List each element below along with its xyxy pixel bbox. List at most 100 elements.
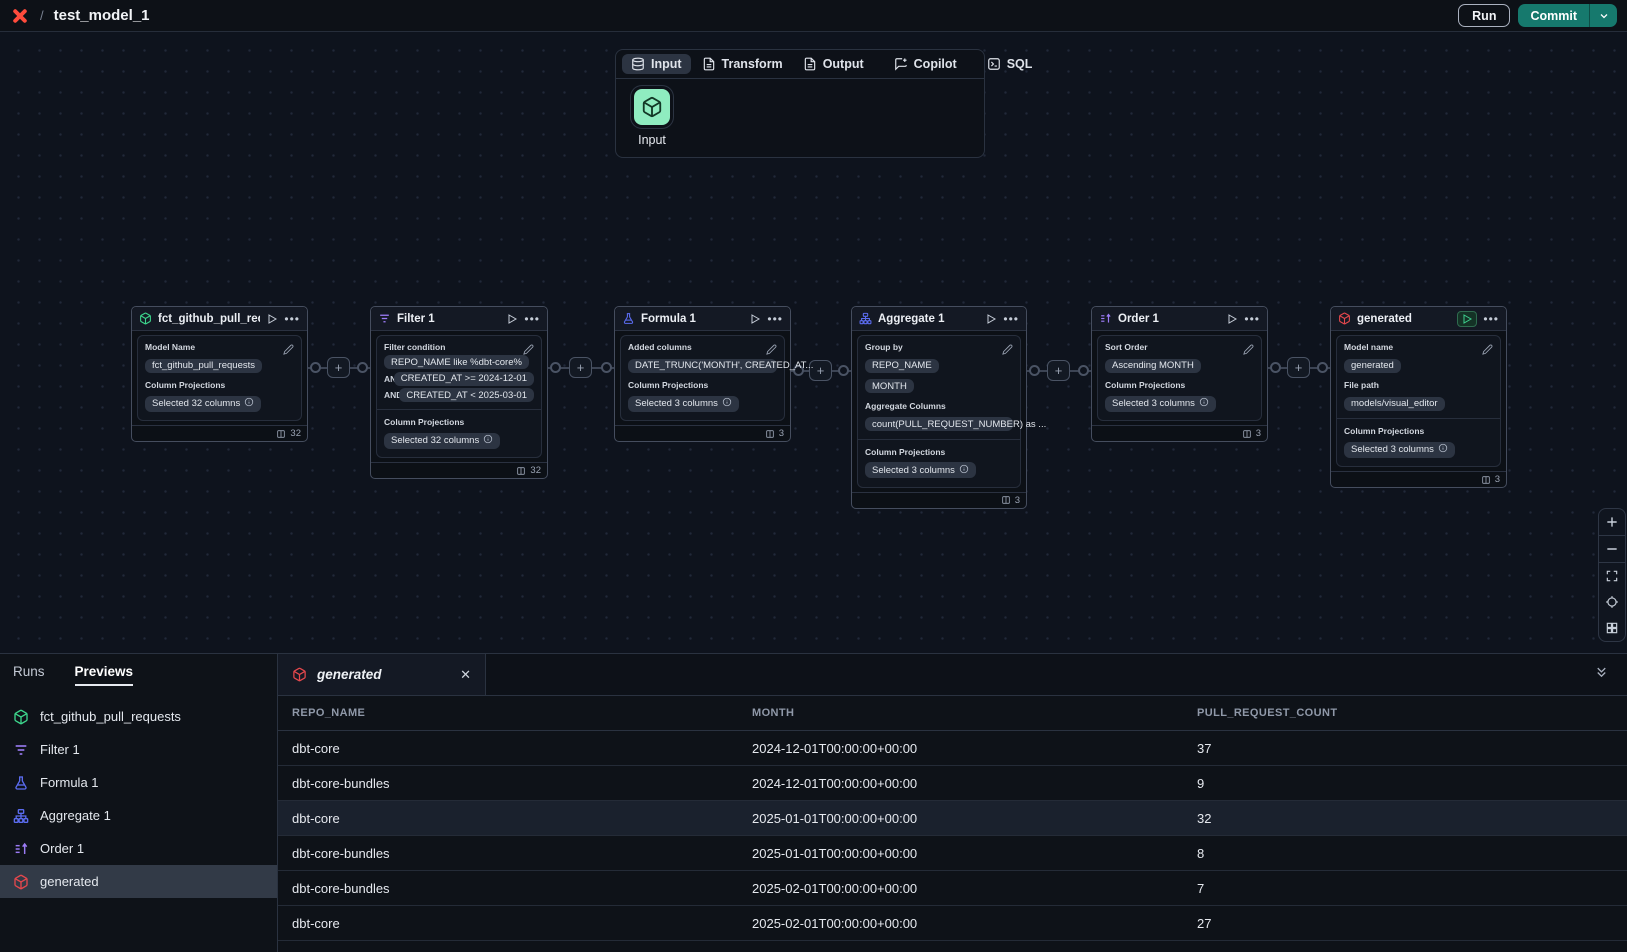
edge-add-node-button[interactable]: + xyxy=(327,357,350,378)
palette-body: Input xyxy=(616,79,984,157)
node-config-card[interactable]: Sort Order Ascending MONTH Column Projec… xyxy=(1097,335,1262,421)
table-row[interactable]: dbt-core2025-01-01T00:00:00+00:0032 xyxy=(278,801,1627,836)
commit-button[interactable]: Commit xyxy=(1518,4,1589,27)
tab-runs[interactable]: Runs xyxy=(13,664,45,686)
zoom-out-button[interactable] xyxy=(1599,536,1625,562)
source-port[interactable] xyxy=(1029,365,1040,376)
node-header[interactable]: Filter 1 ••• xyxy=(371,307,547,331)
target-port[interactable] xyxy=(838,365,849,376)
sort-icon xyxy=(13,841,29,857)
edge-add-node-button[interactable]: + xyxy=(1287,357,1310,378)
node-header[interactable]: Order 1 ••• xyxy=(1092,307,1267,331)
palette-tab-sql[interactable]: SQL xyxy=(978,54,1042,74)
more-button[interactable]: ••• xyxy=(1244,313,1260,325)
commit-dropdown-button[interactable] xyxy=(1589,4,1617,27)
divider xyxy=(377,409,541,410)
preview-tab-generated[interactable]: generated ✕ xyxy=(278,654,486,695)
table-row[interactable]: dbt-core2025-02-01T00:00:00+00:0027 xyxy=(278,906,1627,941)
node-formula-1[interactable]: Formula 1 ••• Added columns DATE_TRUNC('… xyxy=(614,306,791,442)
palette-tab-copilot[interactable]: Copilot xyxy=(885,54,966,74)
palette-tab-transform[interactable]: Transform xyxy=(693,54,792,74)
list-item-aggregate-1[interactable]: Aggregate 1 xyxy=(0,799,277,832)
play-button[interactable] xyxy=(266,313,278,325)
table-row[interactable]: dbt-core-bundles2024-12-01T00:00:00+00:0… xyxy=(278,766,1627,801)
target-port[interactable] xyxy=(357,362,368,373)
node-config-card[interactable]: Model Name fct_github_pull_requests Colu… xyxy=(137,335,302,421)
preview-tabbar: generated ✕ xyxy=(278,654,1627,696)
flow-canvas[interactable]: Input Transform Output Copilot xyxy=(0,32,1627,653)
cube-icon xyxy=(13,709,29,725)
table-row[interactable]: dbt-core-bundles2025-01-01T00:00:00+00:0… xyxy=(278,836,1627,871)
node-config-card[interactable]: Filter condition REPO_NAME like %dbt-cor… xyxy=(376,335,542,458)
locate-button[interactable] xyxy=(1599,589,1625,615)
fit-view-button[interactable] xyxy=(1599,563,1625,589)
more-button[interactable]: ••• xyxy=(1483,313,1499,325)
source-port[interactable] xyxy=(1270,362,1281,373)
list-item-filter-1[interactable]: Filter 1 xyxy=(0,733,277,766)
aggregate-icon xyxy=(859,312,872,325)
play-button[interactable] xyxy=(506,313,518,325)
filter-icon xyxy=(378,312,391,325)
node-generated[interactable]: generated ••• Model name generated File … xyxy=(1330,306,1507,488)
node-fct-github-pull-requests[interactable]: fct_github_pull_requests ••• Model Name … xyxy=(131,306,308,442)
more-button[interactable]: ••• xyxy=(1003,313,1019,325)
table-row[interactable]: dbt-core2024-12-01T00:00:00+00:0037 xyxy=(278,731,1627,766)
list-item-fct-github-pull-requests[interactable]: fct_github_pull_requests xyxy=(0,700,277,733)
list-item-generated[interactable]: generated xyxy=(0,865,277,898)
play-button[interactable] xyxy=(1457,311,1477,327)
table-row[interactable]: dbt-core-bundles2025-02-01T00:00:00+00:0… xyxy=(278,871,1627,906)
palette-item-input[interactable]: Input xyxy=(630,89,674,147)
more-button[interactable]: ••• xyxy=(284,313,300,325)
target-port[interactable] xyxy=(601,362,612,373)
run-button[interactable]: Run xyxy=(1458,4,1510,27)
node-title: Order 1 xyxy=(1118,313,1220,325)
more-button[interactable]: ••• xyxy=(524,313,540,325)
field-label: Column Projections xyxy=(865,447,1013,457)
field-label: Column Projections xyxy=(384,417,534,427)
edit-icon[interactable] xyxy=(283,342,294,360)
tab-previews[interactable]: Previews xyxy=(75,664,134,686)
collapse-panel-button[interactable] xyxy=(1594,665,1609,685)
node-aggregate-1[interactable]: Aggregate 1 ••• Group by REPO_NAME MONTH… xyxy=(851,306,1027,509)
palette-tab-output[interactable]: Output xyxy=(794,54,873,74)
list-item-formula-1[interactable]: Formula 1 xyxy=(0,766,277,799)
edge-add-node-button[interactable]: + xyxy=(1047,360,1070,381)
condition-pill: CREATED_AT >= 2024-12-01 xyxy=(394,372,534,386)
palette-tab-input[interactable]: Input xyxy=(622,54,691,74)
more-button[interactable]: ••• xyxy=(767,313,783,325)
node-config-card[interactable]: Model name generated File path models/vi… xyxy=(1336,335,1501,467)
database-icon xyxy=(631,57,645,71)
node-header[interactable]: Aggregate 1 ••• xyxy=(852,307,1026,331)
source-port[interactable] xyxy=(310,362,321,373)
dbt-logo-icon[interactable] xyxy=(10,6,30,26)
field-label: Filter condition xyxy=(384,342,534,352)
zoom-in-button[interactable] xyxy=(1599,509,1625,535)
edit-icon[interactable] xyxy=(1002,342,1013,360)
edit-icon[interactable] xyxy=(766,342,777,360)
edit-icon[interactable] xyxy=(1482,342,1493,360)
play-button[interactable] xyxy=(749,313,761,325)
list-item-order-1[interactable]: Order 1 xyxy=(0,832,277,865)
source-port[interactable] xyxy=(550,362,561,373)
layout-grid-button[interactable] xyxy=(1599,615,1625,641)
node-header[interactable]: Formula 1 ••• xyxy=(615,307,790,331)
node-header[interactable]: generated ••• xyxy=(1331,307,1506,331)
edit-icon[interactable] xyxy=(523,342,534,360)
flask-icon xyxy=(622,312,635,325)
play-button[interactable] xyxy=(1226,313,1238,325)
projections-pill: Selected 3 columns xyxy=(1105,396,1216,412)
target-port[interactable] xyxy=(1078,365,1089,376)
node-filter-1[interactable]: Filter 1 ••• Filter condition REPO_NAME … xyxy=(370,306,548,479)
edge-add-node-button[interactable]: + xyxy=(569,357,592,378)
document-icon xyxy=(803,57,817,71)
edit-icon[interactable] xyxy=(1243,342,1254,360)
play-button[interactable] xyxy=(985,313,997,325)
node-config-card[interactable]: Added columns DATE_TRUNC('MONTH', CREATE… xyxy=(620,335,785,421)
node-order-1[interactable]: Order 1 ••• Sort Order Ascending MONTH C… xyxy=(1091,306,1268,442)
close-icon[interactable]: ✕ xyxy=(460,667,471,683)
node-title: Aggregate 1 xyxy=(878,313,979,325)
column-header: MONTH xyxy=(738,707,1183,719)
node-config-card[interactable]: Group by REPO_NAME MONTH Aggregate Colum… xyxy=(857,335,1021,488)
target-port[interactable] xyxy=(1317,362,1328,373)
node-header[interactable]: fct_github_pull_requests ••• xyxy=(132,307,307,331)
